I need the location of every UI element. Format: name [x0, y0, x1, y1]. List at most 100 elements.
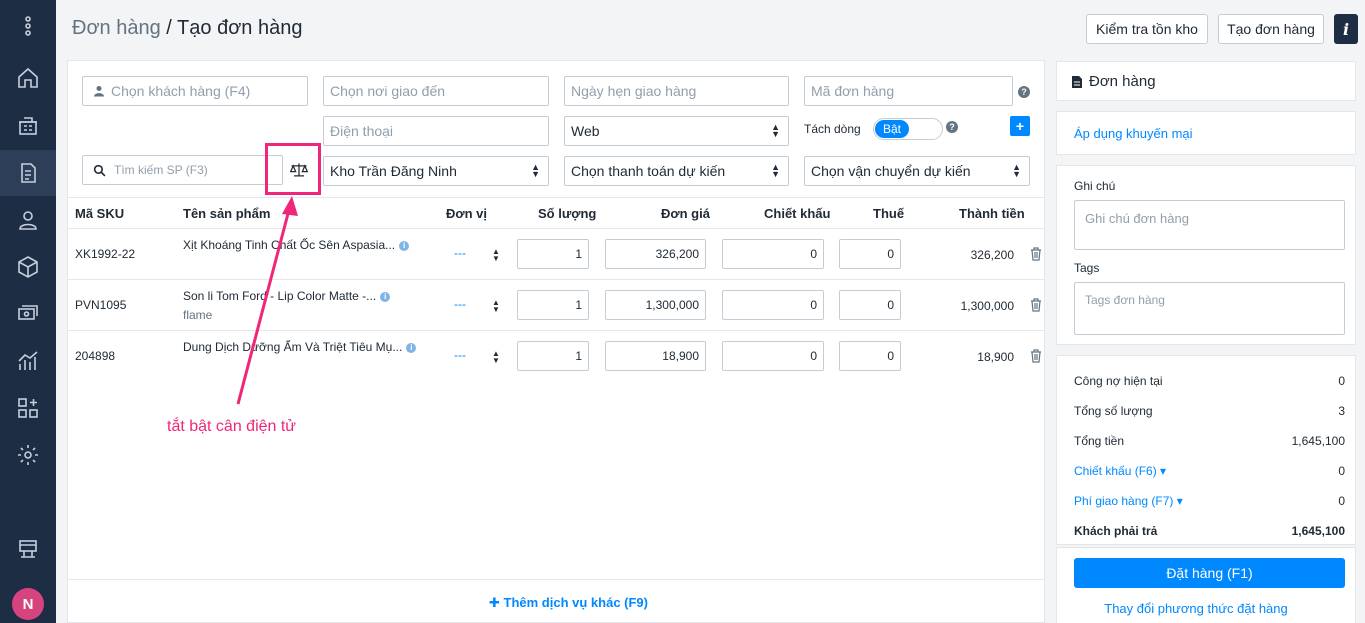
store-icon[interactable] — [0, 103, 56, 149]
discount-dropdown[interactable]: Chiết khấu (F6) ▾ — [1074, 464, 1166, 478]
customer-icon[interactable] — [0, 197, 56, 243]
destination-placeholder: Chọn nơi giao đến — [330, 83, 446, 99]
add-service-label: Thêm dịch vụ khác (F9) — [503, 595, 648, 610]
sku-cell: 204898 — [75, 349, 116, 363]
total-cell: 1,300,000 — [960, 299, 1014, 313]
info-guide-icon[interactable]: i — [1334, 14, 1358, 44]
apps-icon[interactable] — [0, 385, 56, 431]
apply-promo-link[interactable]: Áp dụng khuyến mại — [1074, 126, 1193, 141]
select-arrows-icon: ▲ ▼ — [531, 162, 540, 179]
unit-arrows-icon[interactable]: ▲ ▼ — [492, 299, 500, 314]
product-info-icon[interactable]: i — [380, 291, 391, 302]
divider — [68, 330, 1044, 331]
product-search-input[interactable]: Tìm kiếm SP (F3) — [82, 155, 283, 185]
create-order-button[interactable]: Tạo đơn hàng — [1218, 14, 1324, 44]
destination-select[interactable]: Chọn nơi giao đến — [323, 76, 549, 106]
payment-select[interactable]: Chọn thanh toán dự kiến ▲ ▼ — [564, 156, 789, 186]
cashbook-icon[interactable] — [0, 291, 56, 337]
total-qty-value: 3 — [1338, 404, 1345, 418]
col-total: Thành tiền — [959, 206, 1025, 221]
source-select[interactable]: Web ▲ ▼ — [564, 116, 789, 146]
col-quantity: Số lượng — [538, 206, 597, 221]
delivery-date-input[interactable]: Ngày hẹn giao hàng — [564, 76, 789, 106]
delete-trash-icon[interactable] — [1030, 349, 1042, 363]
price-input[interactable]: 326,200 — [605, 239, 706, 269]
unit-arrows-icon[interactable]: ▲ ▼ — [492, 248, 500, 263]
check-stock-button[interactable]: Kiểm tra tồn kho — [1086, 14, 1208, 44]
unit-select[interactable]: --- — [454, 297, 466, 311]
discount-input[interactable]: 0 — [722, 290, 824, 320]
product-info-icon[interactable]: i — [399, 240, 410, 251]
split-line-toggle[interactable]: Bật — [873, 118, 943, 140]
sku-cell: XK1992-22 — [75, 247, 136, 261]
order-card: Đơn hàng — [1056, 61, 1356, 101]
help-icon[interactable]: ? — [1018, 86, 1030, 98]
delete-trash-icon[interactable] — [1030, 247, 1042, 261]
product-info-icon[interactable]: i — [406, 342, 417, 353]
quantity-input[interactable]: 1 — [517, 239, 589, 269]
breadcrumb-separator: / — [160, 17, 178, 39]
order-card-title: Đơn hàng — [1089, 73, 1156, 90]
total-qty-label: Tổng số lượng — [1074, 404, 1153, 418]
shipping-fee-value: 0 — [1338, 494, 1345, 508]
variant-cell: flame — [183, 308, 213, 322]
warehouse-select[interactable]: Kho Trần Đăng Ninh ▲ ▼ — [323, 156, 549, 186]
divider — [68, 279, 1044, 280]
payable-value: 1,645,100 — [1291, 524, 1345, 538]
price-input[interactable]: 18,900 — [605, 341, 706, 371]
shipping-select[interactable]: Chọn vận chuyển dự kiến ▲ ▼ — [804, 156, 1030, 186]
home-icon[interactable] — [0, 55, 56, 101]
total-amount-label: Tổng tiền — [1074, 434, 1125, 448]
change-order-method-link[interactable]: Thay đổi phương thức đặt hàng — [1056, 601, 1336, 616]
add-plus-icon[interactable]: + — [1010, 116, 1030, 136]
breadcrumb-current: Tạo đơn hàng — [177, 17, 303, 39]
debt-value: 0 — [1338, 374, 1345, 388]
divider — [68, 197, 1044, 198]
place-order-button[interactable]: Đặt hàng (F1) — [1074, 558, 1345, 588]
quantity-input[interactable]: 1 — [517, 341, 589, 371]
settings-gear-icon[interactable] — [0, 432, 56, 478]
col-price: Đơn giá — [661, 206, 710, 221]
shipping-fee-dropdown[interactable]: Phí giao hàng (F7) ▾ — [1074, 494, 1183, 508]
unit-select[interactable]: --- — [454, 246, 466, 260]
delete-trash-icon[interactable] — [1030, 298, 1042, 312]
shipping-value: Chọn vận chuyển dự kiến — [811, 163, 971, 179]
tax-input[interactable]: 0 — [839, 290, 901, 320]
orders-icon[interactable] — [0, 150, 56, 196]
caret-down-icon: ▾ — [1173, 494, 1183, 508]
unit-arrows-icon[interactable]: ▲ ▼ — [492, 350, 500, 365]
order-code-input[interactable]: Mã đơn hàng — [804, 76, 1013, 106]
phone-placeholder: Điện thoại — [330, 123, 394, 139]
caret-down-icon: ▾ — [1156, 464, 1167, 478]
tax-input[interactable]: 0 — [839, 341, 901, 371]
discount-value: 0 — [1338, 464, 1345, 478]
price-input[interactable]: 1,300,000 — [605, 290, 706, 320]
phone-input[interactable]: Điện thoại — [323, 116, 549, 146]
discount-input[interactable]: 0 — [722, 239, 824, 269]
product-box-icon[interactable] — [0, 244, 56, 290]
quantity-input[interactable]: 1 — [517, 290, 589, 320]
divider — [68, 228, 1044, 229]
toggle-on-label: Bật — [875, 120, 909, 138]
tax-input[interactable]: 0 — [839, 239, 901, 269]
add-service-button[interactable]: ✚ Thêm dịch vụ khác (F9) — [489, 595, 648, 611]
payable-label: Khách phải trả — [1074, 524, 1158, 538]
unit-select[interactable]: --- — [454, 348, 466, 362]
search-icon — [93, 164, 106, 176]
product-search-placeholder: Tìm kiếm SP (F3) — [114, 163, 208, 177]
tags-input[interactable]: Tags đơn hàng — [1074, 282, 1345, 335]
report-chart-icon[interactable] — [0, 338, 56, 384]
avatar[interactable]: N — [12, 588, 44, 620]
note-label: Ghi chú — [1074, 179, 1116, 193]
help-icon-split[interactable]: ? — [946, 121, 958, 133]
sales-channel-icon[interactable] — [0, 526, 56, 572]
customer-select[interactable]: Chọn khách hàng (F4) — [82, 76, 308, 106]
discount-input[interactable]: 0 — [722, 341, 824, 371]
sku-cell: PVN1095 — [75, 298, 127, 312]
breadcrumb-parent[interactable]: Đơn hàng — [72, 17, 161, 39]
col-unit: Đơn vị — [446, 206, 488, 221]
document-icon — [1072, 75, 1082, 88]
note-textarea[interactable]: Ghi chú đơn hàng — [1074, 200, 1345, 250]
plus-icon: ✚ — [489, 595, 504, 610]
menu-dots-icon[interactable] — [0, 3, 56, 49]
